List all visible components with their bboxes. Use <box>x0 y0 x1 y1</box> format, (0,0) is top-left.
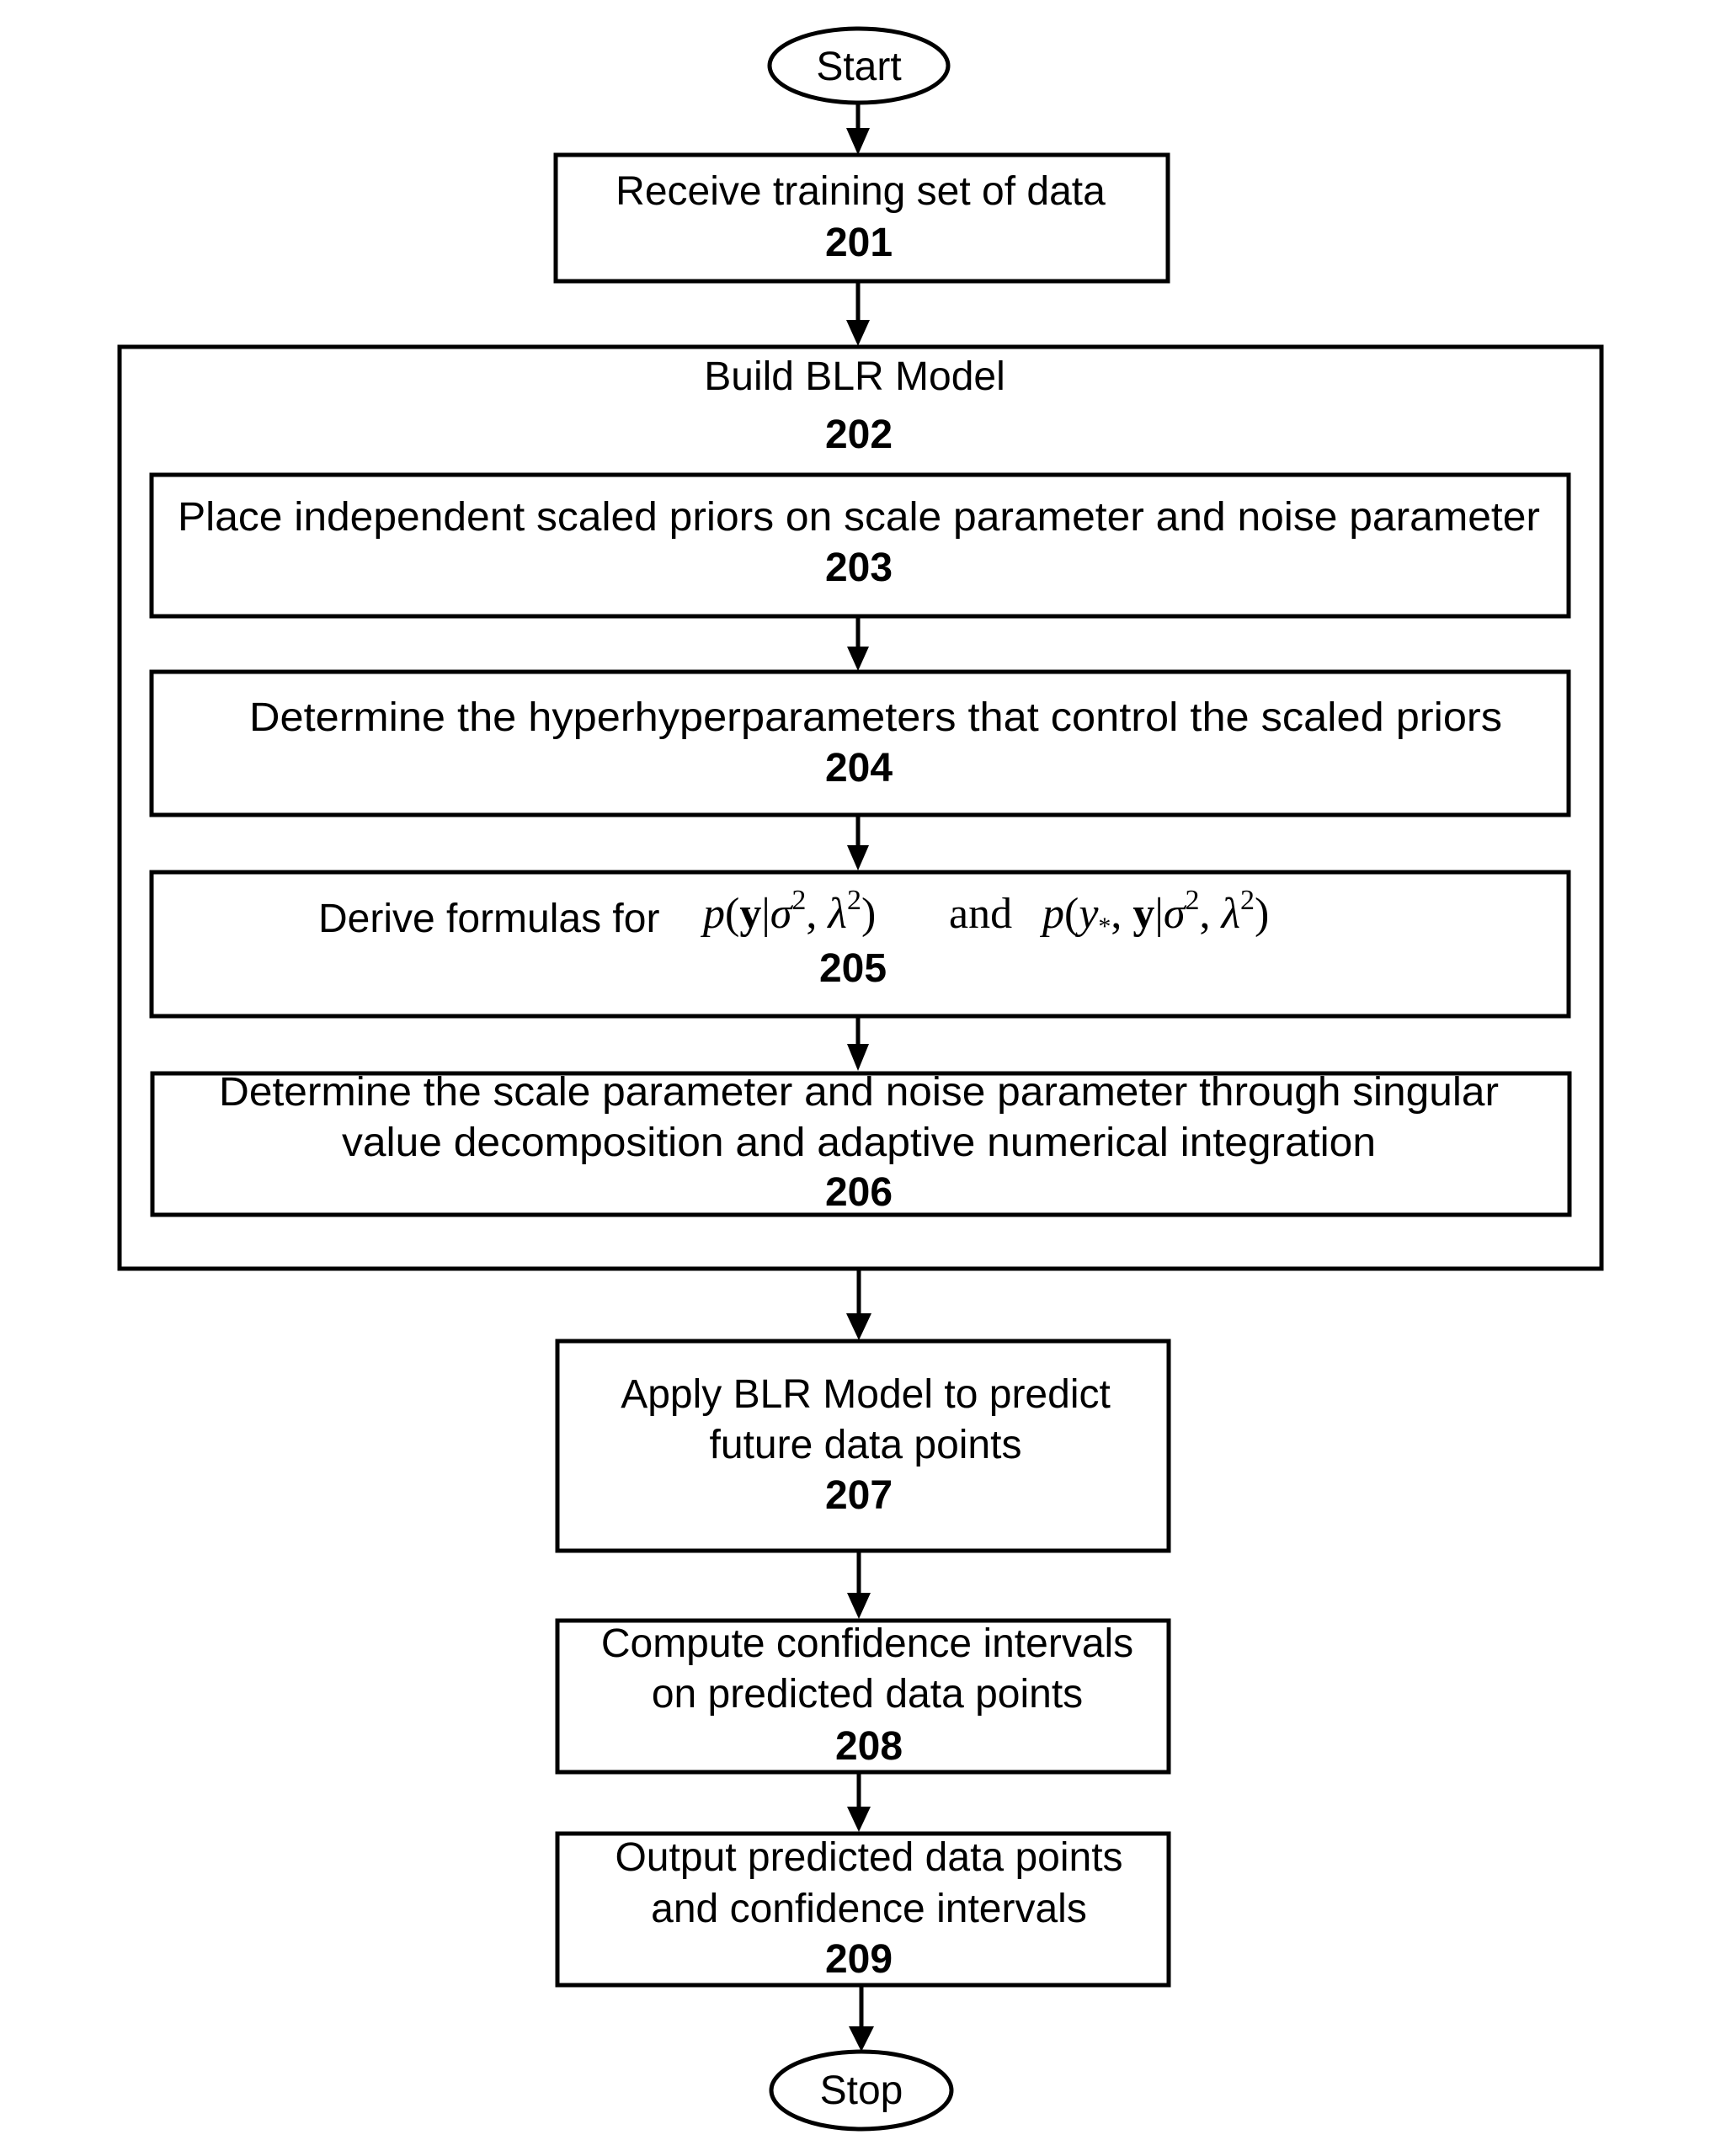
step-202-label: Build BLR Model <box>704 354 1005 399</box>
step-206-label-line-2: value decomposition and adaptive numeric… <box>342 1121 1376 1165</box>
formula-paren: ( <box>725 890 739 938</box>
formula-lambda-exponent: 2 <box>1240 885 1255 916</box>
step-204: Determine the hyperhyperparameters that … <box>149 669 1571 817</box>
step-205-ref: 205 <box>819 946 887 991</box>
step-209-label-line-1: Output predicted data points <box>615 1835 1122 1880</box>
flowchart: Start Receive training set of data 201 B… <box>117 26 1604 2132</box>
step-203: Place independent scaled priors on scale… <box>149 472 1571 619</box>
step-203-ref: 203 <box>825 546 893 590</box>
formula-y-vector: y <box>1132 890 1154 938</box>
step-209-label-line-2: and confidence intervals <box>651 1887 1087 1931</box>
formula-paren: ) <box>1255 890 1269 938</box>
formula-lambda-exponent: 2 <box>847 885 861 916</box>
formula-comma: , <box>806 890 828 938</box>
arrow-head-icon <box>847 1807 871 1832</box>
formula-bar: | <box>1154 890 1163 938</box>
step-204-ref: 204 <box>825 746 893 791</box>
step-205-formula-2: p(y*, y|σ2, λ2) <box>1039 885 1269 940</box>
step-206: Determine the scale parameter and noise … <box>150 1070 1572 1217</box>
arrow-207-to-208 <box>847 1551 871 1619</box>
step-204-box <box>149 669 1571 817</box>
arrow-head-icon <box>846 128 870 155</box>
stop-terminal: Stop <box>769 2049 954 2132</box>
step-207-ref: 207 <box>825 1473 893 1518</box>
formula-lambda: λ <box>1220 890 1241 938</box>
step-201: Receive training set of data 201 <box>553 152 1170 284</box>
step-207-label-line-1: Apply BLR Model to predict <box>621 1372 1111 1417</box>
arrow-head-icon <box>846 1313 871 1340</box>
step-205-conjunction: and <box>949 890 1012 938</box>
arrow-202-to-207 <box>846 1269 871 1340</box>
step-206-ref: 206 <box>825 1170 893 1215</box>
step-201-label: Receive training set of data <box>616 169 1106 214</box>
formula-star-subscript: * <box>1098 913 1111 940</box>
formula-comma: , <box>1200 890 1222 938</box>
step-209-ref: 209 <box>825 1937 893 1982</box>
step-207: Apply BLR Model to predict future data p… <box>555 1339 1171 1553</box>
formula-y-star: y <box>1074 890 1099 938</box>
step-204-label: Determine the hyperhyperparameters that … <box>249 695 1502 740</box>
formula-sigma-exponent: 2 <box>791 885 806 916</box>
arrow-209-to-stop <box>849 1985 874 2052</box>
step-205-prefix: Derive formulas for <box>318 897 659 941</box>
start-terminal: Start <box>767 26 951 105</box>
formula-comma: , <box>1111 890 1132 938</box>
step-203-label: Place independent scaled priors on scale… <box>178 495 1540 540</box>
step-206-label-line-1: Determine the scale parameter and noise … <box>219 1070 1499 1115</box>
step-201-ref: 201 <box>825 221 893 265</box>
arrow-201-to-202 <box>846 281 870 346</box>
step-205: Derive formulas for p(y|σ2, λ2) and p(y*… <box>149 870 1571 1019</box>
step-208-ref: 208 <box>835 1724 903 1769</box>
step-209: Output predicted data points and confide… <box>555 1831 1171 1988</box>
step-202-ref: 202 <box>825 413 893 457</box>
arrow-head-icon <box>847 1593 871 1619</box>
step-208: Compute confidence intervals on predicte… <box>555 1618 1171 1775</box>
formula-bar: | <box>761 890 770 938</box>
formula-paren: ) <box>861 890 876 938</box>
formula-paren: ( <box>1064 890 1079 938</box>
formula-lambda: λ <box>826 890 847 938</box>
formula-y-vector: y <box>739 890 761 938</box>
formula-sigma: σ <box>770 890 794 938</box>
step-207-label-line-2: future data points <box>710 1423 1022 1467</box>
step-208-label-line-1: Compute confidence intervals <box>601 1621 1133 1666</box>
arrow-head-icon <box>846 320 870 346</box>
stop-label: Stop <box>820 2068 903 2113</box>
formula-p: p <box>700 890 725 938</box>
arrow-208-to-209 <box>847 1772 871 1832</box>
arrow-start-to-201 <box>846 103 870 155</box>
formula-p: p <box>1039 890 1064 938</box>
step-208-label-line-2: on predicted data points <box>652 1672 1083 1717</box>
formula-sigma-exponent: 2 <box>1186 885 1200 916</box>
arrow-head-icon <box>849 2026 874 2052</box>
formula-sigma: σ <box>1164 890 1187 938</box>
start-label: Start <box>816 45 901 89</box>
